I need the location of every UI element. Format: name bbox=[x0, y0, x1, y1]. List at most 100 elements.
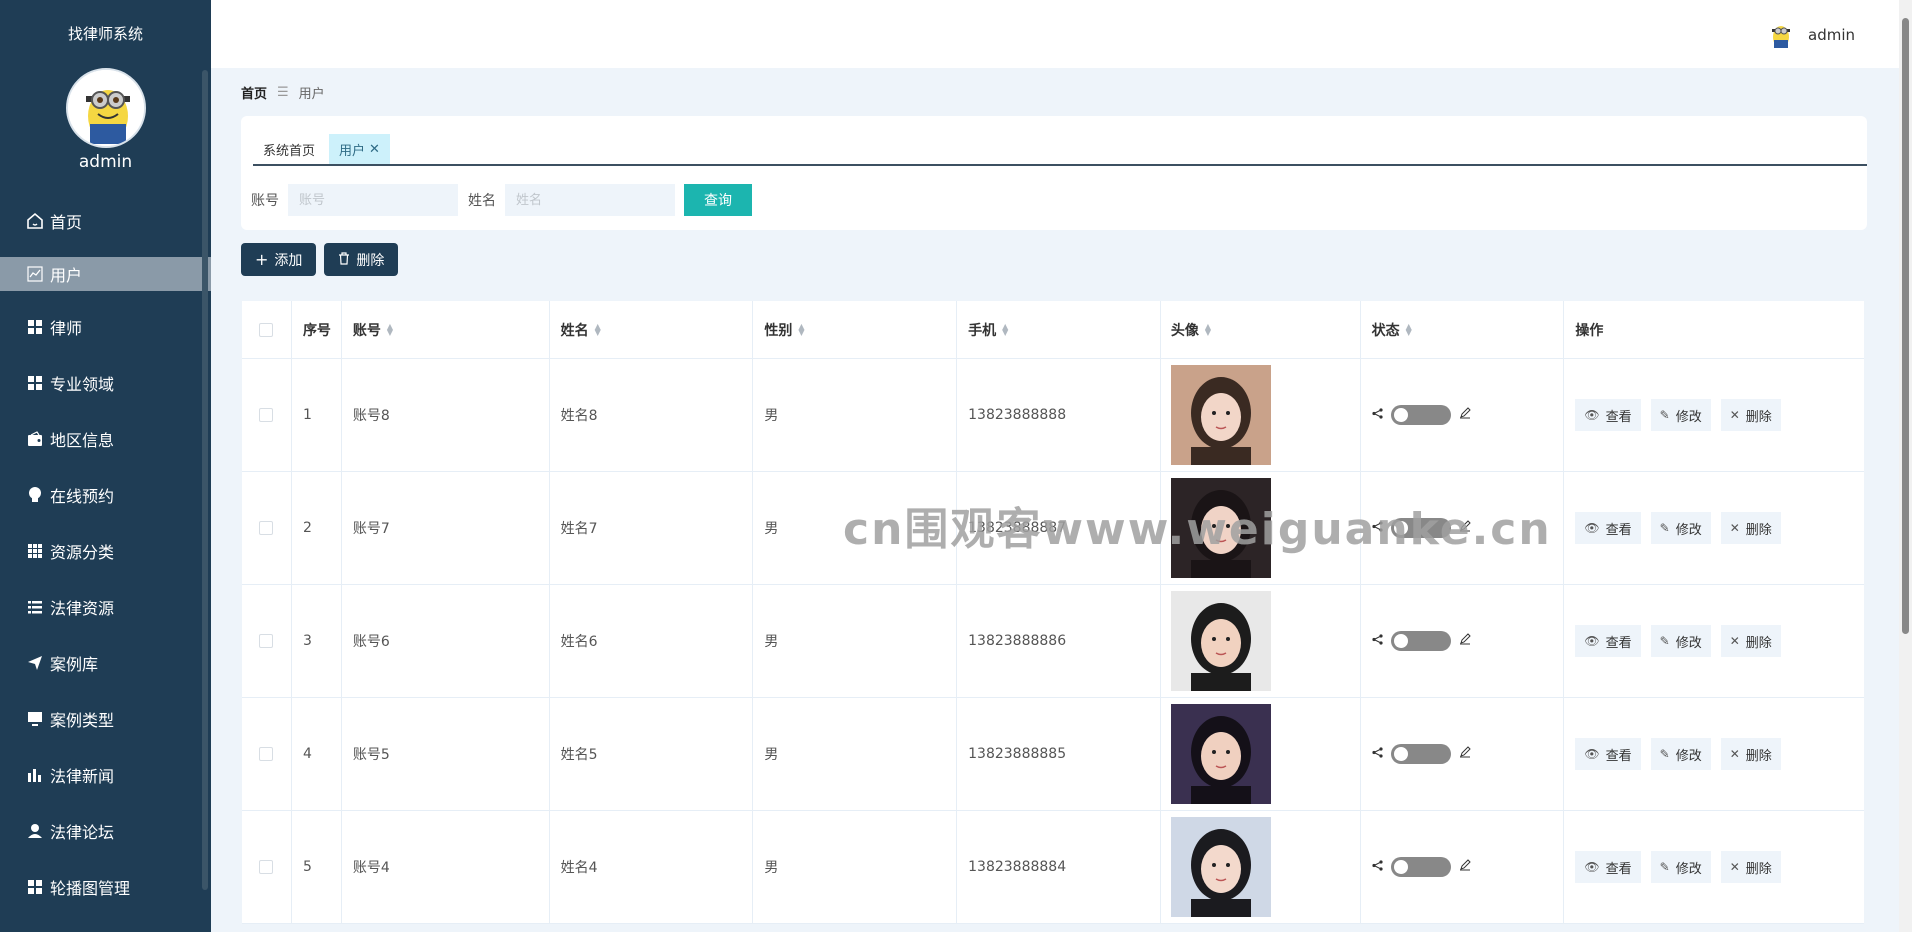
share-icon[interactable] bbox=[1372, 859, 1383, 875]
sidebar-item-legal-resources[interactable]: 法律资源 bbox=[0, 579, 211, 635]
edit-button[interactable]: ✎ 修改 bbox=[1650, 399, 1711, 431]
edit-button[interactable]: ✎ 修改 bbox=[1650, 512, 1711, 544]
sidebar-item-appointments[interactable]: 在线预约 bbox=[0, 467, 211, 523]
name-input[interactable] bbox=[505, 184, 675, 216]
sidebar-item-resource-categories[interactable]: 资源分类 bbox=[0, 523, 211, 579]
sidebar-item-case-library[interactable]: 案例库 bbox=[0, 635, 211, 691]
tab-system-home[interactable]: 系统首页 bbox=[253, 134, 325, 164]
status-toggle[interactable] bbox=[1390, 405, 1451, 425]
row-checkbox[interactable] bbox=[259, 408, 274, 422]
delete-label: 删除 bbox=[1745, 861, 1772, 877]
sidebar-item-regions[interactable]: 地区信息 bbox=[0, 411, 211, 467]
row-checkbox[interactable] bbox=[259, 860, 274, 874]
sidebar-item-lawyers[interactable]: 律师 bbox=[0, 299, 211, 355]
table-row: 2 账号7 姓名7 男 13823888887 👁 查看 ✎ 修改 ✕ 删除 bbox=[242, 472, 1864, 585]
sort-icon[interactable]: ▲ ▼ bbox=[1406, 322, 1412, 336]
row-checkbox[interactable] bbox=[259, 521, 274, 535]
sidebar-item-legal-news[interactable]: 法律新闻 bbox=[0, 747, 211, 803]
sidebar-item-label: 轮播图管理 bbox=[50, 879, 131, 898]
sidebar-item-home[interactable]: 首页 bbox=[0, 193, 211, 249]
cell-name: 姓名7 bbox=[550, 472, 754, 584]
delete-row-button[interactable]: ✕ 删除 bbox=[1720, 399, 1781, 431]
add-button[interactable]: + 添加 bbox=[241, 243, 317, 276]
row-checkbox[interactable] bbox=[259, 747, 274, 761]
status-toggle[interactable] bbox=[1390, 518, 1451, 538]
edit-pen-icon[interactable] bbox=[1459, 859, 1471, 875]
sidebar-item-specialties[interactable]: 专业领域 bbox=[0, 355, 211, 411]
user-photo[interactable] bbox=[1170, 817, 1271, 917]
share-icon[interactable] bbox=[1372, 407, 1383, 423]
account-input[interactable] bbox=[288, 184, 458, 216]
sort-icon[interactable]: ▲ ▼ bbox=[1205, 322, 1211, 336]
sort-icon[interactable]: ▲ ▼ bbox=[387, 322, 393, 336]
delete-row-button[interactable]: ✕ 删除 bbox=[1720, 851, 1781, 883]
delete-row-button[interactable]: ✕ 删除 bbox=[1720, 738, 1781, 770]
status-toggle[interactable] bbox=[1390, 744, 1451, 764]
sidebar-item-users[interactable]: 用户 bbox=[0, 257, 211, 291]
sidebar-item-legal-forum[interactable]: 法律论坛 bbox=[0, 803, 211, 859]
share-icon[interactable] bbox=[1372, 746, 1383, 762]
avatar[interactable] bbox=[66, 68, 146, 148]
edit-pen-icon[interactable] bbox=[1459, 407, 1471, 423]
sort-icon[interactable]: ▲ ▼ bbox=[1002, 322, 1008, 336]
query-button[interactable]: 查询 bbox=[684, 184, 752, 216]
cell-gender: 男 bbox=[753, 585, 958, 697]
user-photo[interactable] bbox=[1170, 704, 1271, 804]
view-button[interactable]: 👁 查看 bbox=[1575, 738, 1641, 770]
cell-name: 姓名5 bbox=[550, 698, 754, 810]
edit-pen-icon[interactable] bbox=[1459, 746, 1471, 762]
close-icon[interactable]: ✕ bbox=[369, 142, 380, 157]
view-button[interactable]: 👁 查看 bbox=[1575, 399, 1641, 431]
sort-icon[interactable]: ▲ ▼ bbox=[595, 322, 601, 336]
delete-row-button[interactable]: ✕ 删除 bbox=[1720, 625, 1781, 657]
sidebar: 找律师系统 admin 首页 用户 律师 专业领域 地区信息 在线预约 资源分类… bbox=[0, 0, 211, 932]
header-gender[interactable]: 性别 ▲ ▼ bbox=[753, 301, 958, 358]
view-button[interactable]: 👁 查看 bbox=[1575, 625, 1641, 657]
cell-avatar bbox=[1161, 359, 1361, 471]
select-all-checkbox[interactable] bbox=[259, 322, 274, 337]
share-icon[interactable] bbox=[1372, 520, 1383, 536]
edit-pen-icon[interactable] bbox=[1459, 520, 1471, 536]
status-toggle[interactable] bbox=[1390, 631, 1451, 651]
delete-button[interactable]: 删除 bbox=[324, 243, 399, 276]
page-scrollbar[interactable] bbox=[1899, 0, 1912, 932]
sort-icon[interactable]: ▲ ▼ bbox=[798, 322, 804, 336]
edit-button[interactable]: ✎ 修改 bbox=[1650, 851, 1711, 883]
status-controls bbox=[1372, 857, 1471, 877]
sidebar-item-case-types[interactable]: 案例类型 bbox=[0, 691, 211, 747]
tab-label: 系统首页 bbox=[263, 143, 316, 159]
share-icon[interactable] bbox=[1372, 633, 1383, 649]
edit-button[interactable]: ✎ 修改 bbox=[1650, 738, 1711, 770]
header-avatar[interactable]: 头像 ▲ ▼ bbox=[1161, 301, 1361, 358]
header-name[interactable]: 姓名 ▲ ▼ bbox=[550, 301, 754, 358]
header-select-cell bbox=[242, 301, 292, 358]
status-toggle[interactable] bbox=[1390, 857, 1451, 877]
sidebar-scrollbar[interactable] bbox=[202, 70, 208, 890]
view-label: 查看 bbox=[1605, 635, 1632, 651]
header-status[interactable]: 状态 ▲ ▼ bbox=[1361, 301, 1565, 358]
user-menu[interactable]: admin bbox=[1766, 20, 1855, 50]
sidebar-item-carousel[interactable]: 轮播图管理 bbox=[0, 859, 211, 915]
row-checkbox[interactable] bbox=[259, 634, 274, 648]
table-row: 3 账号6 姓名6 男 13823888886 👁 查看 ✎ 修改 ✕ 删除 bbox=[242, 585, 1864, 698]
delete-row-button[interactable]: ✕ 删除 bbox=[1720, 512, 1781, 544]
edit-button[interactable]: ✎ 修改 bbox=[1650, 625, 1711, 657]
table-row: 1 账号8 姓名8 男 13823888888 👁 查看 ✎ 修改 ✕ 删除 bbox=[242, 359, 1864, 472]
user-photo[interactable] bbox=[1170, 591, 1271, 691]
tab-users[interactable]: 用户 ✕ bbox=[329, 134, 390, 164]
user-photo[interactable] bbox=[1170, 478, 1271, 578]
header-phone[interactable]: 手机 ▲ ▼ bbox=[957, 301, 1161, 358]
breadcrumb-home[interactable]: 首页 bbox=[241, 83, 267, 102]
breadcrumb-current: 用户 bbox=[298, 87, 325, 102]
header-label: 状态 bbox=[1371, 322, 1400, 339]
view-button[interactable]: 👁 查看 bbox=[1575, 851, 1641, 883]
header-account[interactable]: 账号 ▲ ▼ bbox=[342, 301, 550, 358]
sidebar-item-label: 用户 bbox=[50, 266, 83, 285]
edit-pen-icon[interactable] bbox=[1459, 633, 1471, 649]
page-scrollbar-thumb[interactable] bbox=[1902, 18, 1909, 634]
user-photo[interactable] bbox=[1170, 365, 1271, 465]
view-label: 查看 bbox=[1605, 861, 1632, 877]
sidebar-item-label: 法律新闻 bbox=[50, 767, 115, 786]
cell-actions: 👁 查看 ✎ 修改 ✕ 删除 bbox=[1564, 585, 1864, 697]
view-button[interactable]: 👁 查看 bbox=[1575, 512, 1641, 544]
